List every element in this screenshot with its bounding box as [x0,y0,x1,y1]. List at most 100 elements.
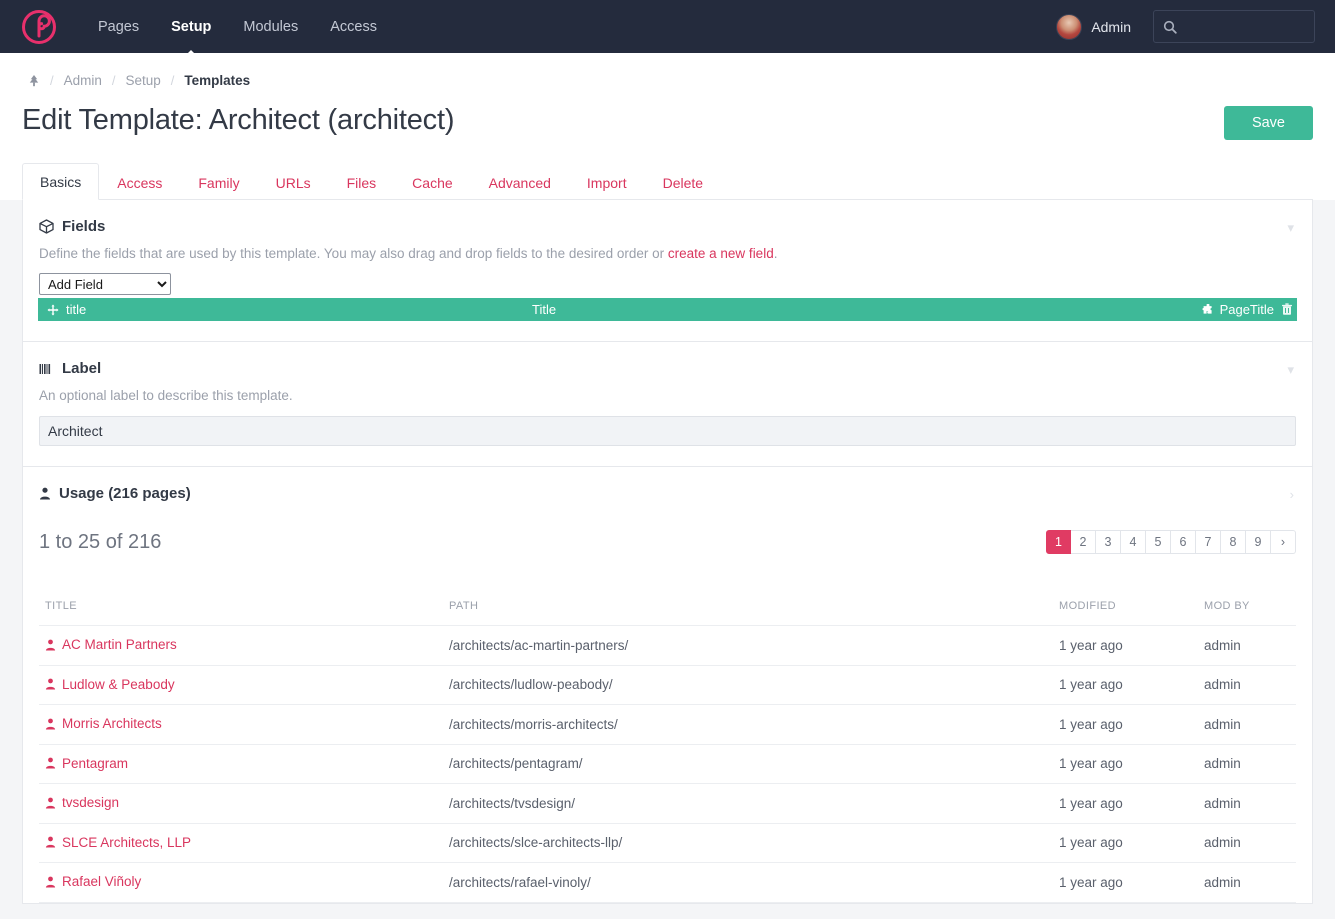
field-row-name-group: title [47,302,86,317]
usage-section: Usage (216 pages) › [23,467,1312,502]
page-title-text: Rafael Viñoly [62,874,141,889]
nav-item-modules[interactable]: Modules [227,13,314,41]
col-header-path[interactable]: PATH [449,600,1059,626]
save-button[interactable]: Save [1224,106,1313,140]
page-5[interactable]: 5 [1146,530,1171,554]
user-icon [45,836,56,848]
col-header-modified[interactable]: MODIFIED [1059,600,1204,626]
page-title-link[interactable]: SLCE Architects, LLP [45,835,191,850]
user-menu[interactable]: Admin [1056,14,1131,40]
user-icon [45,639,56,651]
search-input[interactable] [1184,19,1305,34]
tab-import[interactable]: Import [569,164,645,200]
trash-icon[interactable] [1281,303,1293,316]
col-header-title[interactable]: TITLE [39,600,449,626]
table-row: Rafael Viñoly /architects/rafael-vinoly/… [39,863,1296,903]
add-field-select[interactable]: Add Field [39,273,171,295]
user-icon [45,718,56,730]
chevron-right-icon[interactable]: › [1290,487,1294,502]
create-new-field-link[interactable]: create a new field [668,246,774,261]
cell-title: AC Martin Partners [39,626,449,666]
page-title-link[interactable]: Rafael Viñoly [45,874,141,889]
result-count: 1 to 25 of 216 [39,531,161,554]
label-description: An optional label to describe this templ… [39,388,1296,403]
page-7[interactable]: 7 [1196,530,1221,554]
chevron-down-icon[interactable]: ▾ [1287,362,1294,378]
page-8[interactable]: 8 [1221,530,1246,554]
navbar-right: Admin [1056,10,1315,43]
table-row: tvsdesign /architects/tvsdesign/ 1 year … [39,784,1296,824]
tab-files[interactable]: Files [329,164,395,200]
tab-access[interactable]: Access [99,164,180,200]
page-title-text: Ludlow & Peabody [62,677,175,692]
page-3[interactable]: 3 [1096,530,1121,554]
page-6[interactable]: 6 [1171,530,1196,554]
tab-delete[interactable]: Delete [645,164,721,200]
breadcrumb-sep-2: / [112,73,116,88]
fields-description: Define the fields that are used by this … [39,246,1296,261]
page-4[interactable]: 4 [1121,530,1146,554]
page-title-text: Pentagram [62,756,128,771]
cell-modby: admin [1204,626,1296,666]
page-title-text: SLCE Architects, LLP [62,835,191,850]
processwire-logo-icon[interactable] [22,10,56,44]
page-title-text: tvsdesign [62,795,119,810]
cell-modby: admin [1204,705,1296,745]
move-icon[interactable] [47,304,59,316]
tab-advanced[interactable]: Advanced [471,164,569,200]
chevron-down-icon[interactable]: ▾ [1287,220,1294,236]
tab-family[interactable]: Family [180,164,257,200]
fields-section-header[interactable]: Fields [39,218,1296,235]
page-1[interactable]: 1 [1046,530,1071,554]
usage-table-head: TITLE PATH MODIFIED MOD BY [39,600,1296,626]
breadcrumb-item-setup[interactable]: Setup [126,73,161,88]
tab-basics[interactable]: Basics [22,163,99,200]
nav-item-access[interactable]: Access [314,13,393,41]
cell-path: /architects/ac-martin-partners/ [449,626,1059,666]
label-section-header[interactable]: Label [39,360,1296,377]
page-title-link[interactable]: tvsdesign [45,795,119,810]
usage-table: TITLE PATH MODIFIED MOD BY AC Martin Par… [39,600,1296,903]
usage-section-title: Usage (216 pages) [59,485,191,502]
page-title-link[interactable]: Morris Architects [45,716,162,731]
tab-cache[interactable]: Cache [394,164,470,200]
nav-item-setup[interactable]: Setup [155,13,227,41]
usage-body: 1 to 25 of 216 1 2 3 4 5 6 7 8 9 › [23,502,1312,903]
fields-section-title: Fields [62,218,105,235]
tab-urls[interactable]: URLs [258,164,329,200]
page-2[interactable]: 2 [1071,530,1096,554]
search-icon [1163,20,1177,34]
page-9[interactable]: 9 [1246,530,1271,554]
col-header-modby[interactable]: MOD BY [1204,600,1296,626]
title-row: Edit Template: Architect (architect) Sav… [22,88,1313,140]
user-icon [45,678,56,690]
table-row: AC Martin Partners /architects/ac-martin… [39,626,1296,666]
page-title-text: Morris Architects [62,716,162,731]
basics-panel: Fields ▾ Define the fields that are used… [22,200,1313,904]
cell-modified: 1 year ago [1059,705,1204,745]
label-input[interactable] [39,416,1296,446]
usage-section-header[interactable]: Usage (216 pages) [39,485,1296,502]
page-next[interactable]: › [1271,530,1296,554]
breadcrumb-sep-1: / [50,73,54,88]
table-row: Ludlow & Peabody /architects/ludlow-peab… [39,665,1296,705]
breadcrumb-item-admin[interactable]: Admin [64,73,102,88]
cell-modby: admin [1204,823,1296,863]
field-row-title[interactable]: title Title PageTitle [38,298,1297,321]
field-type-group: PageTitle [1202,302,1274,317]
nav-item-pages[interactable]: Pages [82,13,155,41]
cell-path: /architects/slce-architects-llp/ [449,823,1059,863]
page-title-link[interactable]: Ludlow & Peabody [45,677,175,692]
search-box[interactable] [1153,10,1315,43]
tree-icon[interactable] [28,74,40,88]
main-nav: Pages Setup Modules Access [82,13,393,41]
page-title-link[interactable]: AC Martin Partners [45,637,177,652]
cell-modby: admin [1204,744,1296,784]
cell-title: Rafael Viñoly [39,863,449,903]
table-header-row: TITLE PATH MODIFIED MOD BY [39,600,1296,626]
barcode-icon [39,363,54,375]
cell-title: Morris Architects [39,705,449,745]
fields-description-period: . [774,246,778,261]
page-title-link[interactable]: Pentagram [45,756,128,771]
cell-path: /architects/tvsdesign/ [449,784,1059,824]
